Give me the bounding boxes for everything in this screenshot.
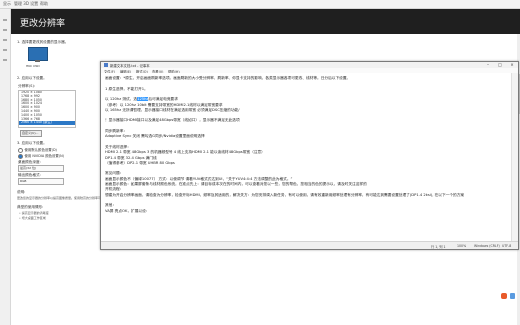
nav-item[interactable]	[3, 29, 7, 31]
status-zoom: 100%	[457, 243, 467, 248]
menu-3d-settings[interactable]: 管理 3D 设置	[14, 1, 38, 7]
text-line: 以 120hz 测试，选125hz后可满足电竞要求	[105, 97, 178, 102]
text-line: Adaptive Sync 关闭 需勾选G同步/Nvidia设置里面说明选择	[105, 134, 205, 139]
radio-nvidia-color[interactable]: 使用 NVIDIA 颜色设置(N)	[18, 153, 64, 159]
resolution-list[interactable]: 1920 × 1080 1768 × 992 1680 × 1050 1600 × 1…	[18, 90, 76, 128]
text-line: 画面显示颜色不（偏绿10077） 方式：以使调节 请看YUV格式式达到UI，“关…	[105, 176, 293, 181]
monitor-stand-icon	[35, 60, 40, 62]
page-header: 更改分辨率	[11, 9, 520, 34]
step2-label: 2. 应用以下设置。	[17, 76, 47, 80]
radio-default-label: 使用默认颜色设置(D)	[24, 148, 57, 152]
app-tray-icon[interactable]	[501, 293, 507, 299]
radio-icon	[18, 153, 23, 159]
radio-default-color[interactable]: 使用默认颜色设置(D)	[18, 147, 57, 153]
typical-usage-header: 典型的使用情形:	[17, 205, 44, 209]
text-segment: 以 120hz 测试，选	[105, 97, 138, 102]
text-line: ！显示器接口HDMI接口以及满足48Gbps带宽（线如口），显示器不满足无此选项	[105, 118, 240, 123]
text-line: 1 原生选择，不能打开1。	[105, 86, 148, 91]
step3-label: 3. 应用以下设置。	[17, 141, 47, 145]
monitor-icon[interactable]	[28, 47, 48, 61]
notepad-scrollbar[interactable]	[511, 73, 518, 242]
typical-item: • 提高显示器的清晰度	[19, 211, 49, 215]
color-format-value: RGB	[20, 178, 27, 183]
selected-text: 125hz	[137, 97, 149, 102]
notepad-window: 新建文本文档.txt - 记事本 – □ × 文件(F) 编辑(E) 格式(O)…	[100, 61, 519, 250]
text-line: 画面显示颜色：如果屏套条与线材颜色系统，在准点先上：请目标成本次在的时间内，可以…	[105, 182, 367, 186]
status-encoding: UTF-8	[502, 243, 512, 248]
app-tray-icon[interactable]	[510, 293, 515, 299]
text-line: （参考）以 120hz 10bit 需要支持带宽的HDMI2.1线材以满足带宽要…	[105, 102, 223, 107]
menu-bar: 显示 管理 3D 设置 帮助	[0, 0, 520, 9]
radio-icon	[18, 147, 23, 153]
nav-item[interactable]	[3, 49, 7, 51]
notepad-text-area[interactable]: 画面设置：*原生，开启画面刷新率选项。画面刷新的大小受分辨率、刷新率、你显卡支持…	[101, 73, 511, 242]
menu-display[interactable]: 显示	[3, 1, 11, 7]
step1-label: 1. 选择要更改其设置的显示器。	[17, 40, 69, 44]
resolution-item[interactable]: 2560 × 1440 (原生)	[19, 121, 75, 126]
nav-item[interactable]	[3, 19, 7, 21]
notepad-statusbar: 行 1, 列 1 100% Windows (CRLF) UTF-8	[101, 241, 518, 249]
text-line: 其他：	[105, 203, 117, 208]
text-line: 开机流程：	[105, 187, 124, 192]
radio-nvidia-label: 使用 NVIDIA 颜色设置(N)	[24, 154, 64, 158]
color-depth-value: 最高(32 位)	[20, 165, 37, 170]
description-header: 说明:	[17, 190, 26, 194]
nav-item[interactable]	[3, 59, 7, 61]
text-line: 常见问题：	[105, 171, 124, 176]
text-line: DP1.4 带宽 32.4 Gbps 满门线	[105, 155, 157, 160]
status-position: 行 1, 列 1	[431, 244, 446, 249]
text-line: HDMI 2.1 带宽 48Gbps 3 的机器频型号 4 线上支持HDMI 2…	[105, 150, 265, 155]
text-line: 想建为开启分辨率画面，请检查为分辨率，检查开标HDMI，频率及其适用的，解决关方…	[105, 192, 465, 197]
text-segment: 后可满足电竞要求	[148, 97, 178, 102]
status-eol: Windows (CRLF)	[474, 243, 500, 248]
menu-help[interactable]: 帮助	[40, 1, 48, 7]
resolution-header: 分辨率(S):	[18, 84, 36, 88]
nav-item[interactable]	[3, 39, 7, 41]
typical-item: • 增大桌面工作区域	[19, 216, 46, 220]
text-line: 以 165hz 无所谓哲理，显示器接口线材在满足选用带宽 必须满足DSC压缩的功…	[105, 107, 240, 112]
nvidia-control-panel: 显示 管理 3D 设置 帮助 更改分辨率 1. 选择要更改其设置的显示器。 HK…	[0, 0, 520, 325]
page-title: 更改分辨率	[20, 19, 66, 29]
text-line: 画面设置：*原生，开启画面刷新率选项。画面刷新的大小受分辨率、刷新率、你显卡支持…	[105, 76, 351, 80]
text-line: （值得参考）DP2.1 带宽 UHBR 80 Gbps	[105, 160, 175, 165]
side-nav	[0, 9, 11, 325]
customize-button-label: 自定义(U)...	[22, 130, 39, 135]
notepad-app-icon	[104, 63, 108, 67]
display-label: HKC OSD	[26, 64, 40, 68]
text-line: VA屏 亮点OK，扩展以设：	[105, 208, 150, 213]
